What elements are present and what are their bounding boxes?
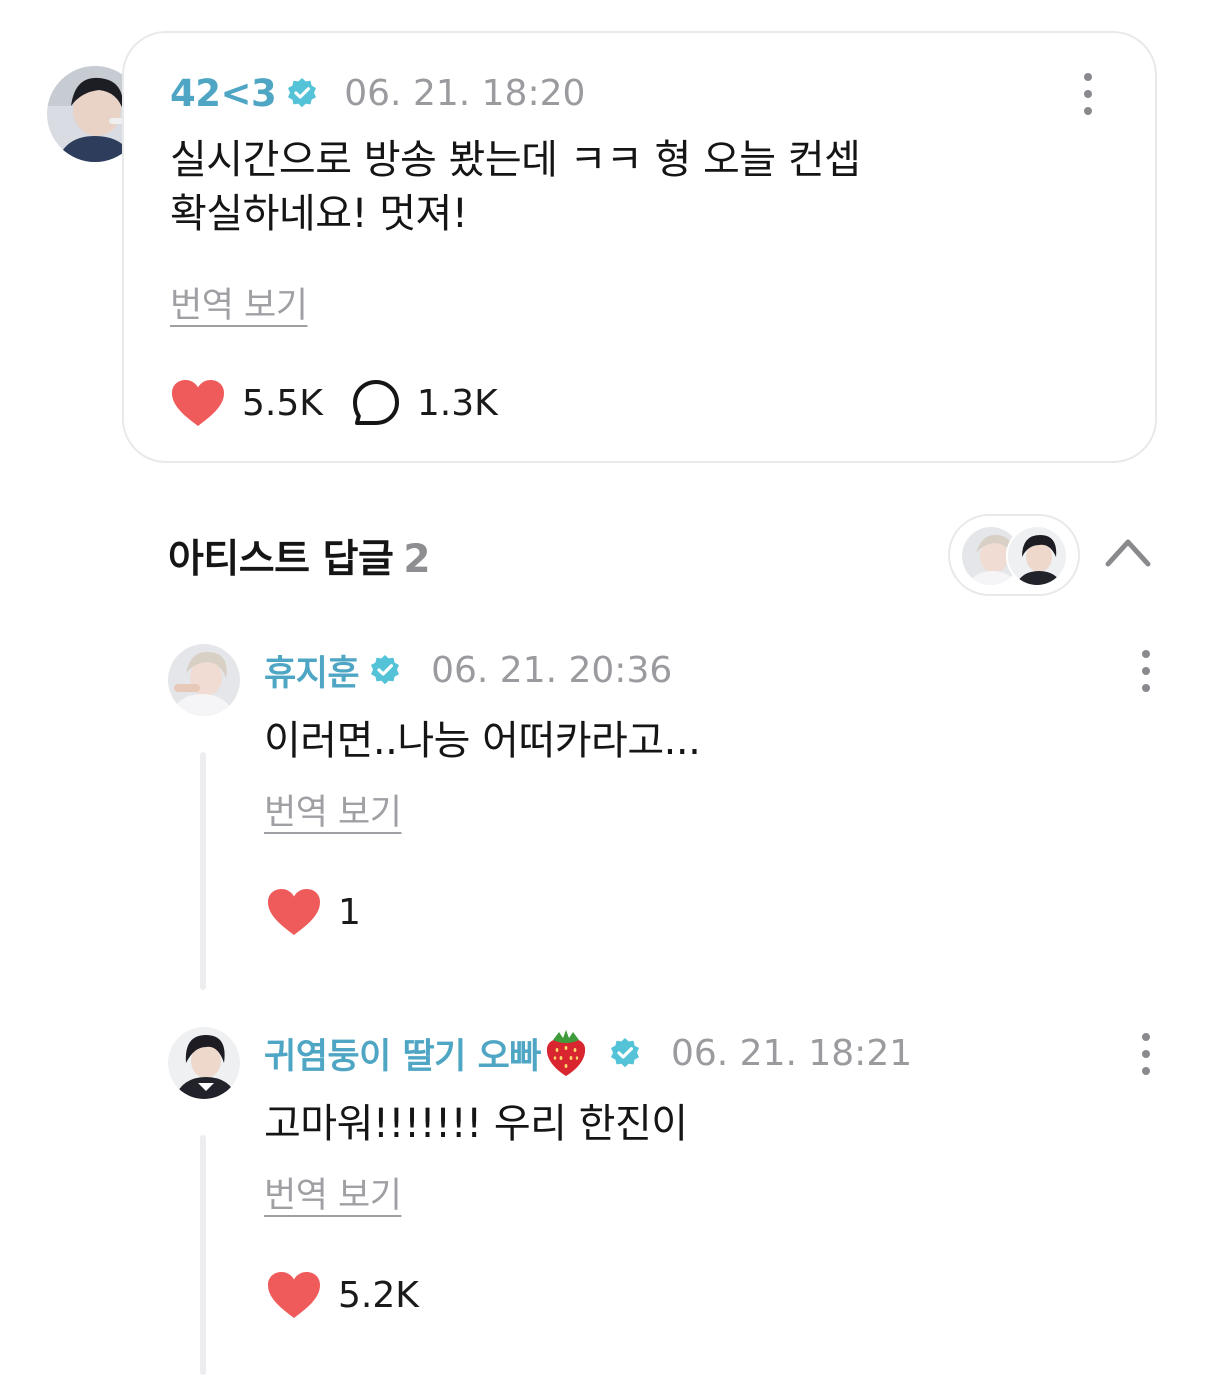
artist-replies-title: 아티스트 답글	[168, 537, 394, 582]
thread-line	[200, 1135, 206, 1375]
post-timestamp: 06. 21. 18:20	[344, 72, 586, 114]
post-comment-count: 1.3K	[416, 382, 498, 424]
artist-replies-count: 2	[403, 537, 430, 582]
strawberry-icon	[543, 1028, 589, 1078]
post-header: 42<3 06. 21. 18:20	[170, 71, 585, 115]
post-card: 42<3 06. 21. 18:20 실시간으로 방송 봤는데 ㅋㅋ 형 오늘 …	[122, 31, 1157, 463]
reply-header: 휴지훈 06. 21. 20:36	[264, 646, 672, 694]
reply-like-count: 5.2K	[338, 1274, 419, 1316]
translate-link[interactable]: 번역 보기	[264, 1167, 402, 1218]
comment-bubble-icon[interactable]	[351, 378, 401, 428]
artist-replies-header: 아티스트 답글 2	[168, 528, 430, 584]
heart-icon[interactable]	[266, 887, 322, 937]
reply-author-avatar[interactable]	[168, 644, 240, 716]
post-author-name[interactable]: 42<3	[170, 72, 277, 115]
comment-thread-view: 42<3 06. 21. 18:20 실시간으로 방송 봤는데 ㅋㅋ 형 오늘 …	[0, 0, 1206, 1398]
artist-avatars-stack[interactable]	[948, 514, 1080, 596]
reply-like: 1	[266, 884, 361, 940]
translate-link[interactable]: 번역 보기	[170, 277, 308, 328]
heart-icon[interactable]	[266, 1270, 322, 1320]
post-like-count: 5.5K	[242, 382, 323, 424]
reply-timestamp: 06. 21. 18:21	[670, 1032, 913, 1074]
reply-like-count: 1	[338, 891, 361, 933]
verified-badge-icon	[286, 77, 318, 109]
reply-author-avatar[interactable]	[168, 1027, 240, 1099]
collapse-chevron-up-icon[interactable]	[1104, 534, 1152, 570]
reply-body-text: 이러면..나능 어떠카라고...	[264, 718, 701, 764]
reply-more-options-icon[interactable]	[1136, 650, 1156, 692]
reply-timestamp: 06. 21. 20:36	[431, 649, 673, 691]
post-more-options-icon[interactable]	[1078, 73, 1098, 115]
reply-item: 휴지훈 06. 21. 20:36 이러면..나능 어떠카라고... 번역 보기…	[0, 644, 1206, 994]
reply-author-name[interactable]: 귀염둥이 딸기 오빠	[264, 1028, 541, 1079]
verified-badge-icon	[609, 1037, 641, 1069]
reply-like: 5.2K	[266, 1267, 419, 1323]
reply-item: 귀염둥이 딸기 오빠 06. 21. 18:21 고마워!!!!!!! 우리 한…	[0, 1027, 1206, 1387]
heart-icon[interactable]	[170, 378, 226, 428]
translate-link[interactable]: 번역 보기	[264, 784, 402, 835]
verified-badge-icon	[369, 654, 401, 686]
reply-body-text: 고마워!!!!!!! 우리 한진이	[264, 1101, 688, 1147]
post-body-text: 실시간으로 방송 봤는데 ㅋㅋ 형 오늘 컨셉 확실하네요! 멋져!	[170, 137, 861, 237]
reply-more-options-icon[interactable]	[1136, 1033, 1156, 1075]
thread-line	[200, 752, 206, 990]
reply-header: 귀염둥이 딸기 오빠 06. 21. 18:21	[264, 1029, 912, 1077]
post-actions: 5.5K 1.3K	[170, 375, 498, 431]
reply-author-name[interactable]: 휴지훈	[264, 645, 360, 696]
artist-avatar	[1006, 525, 1068, 587]
